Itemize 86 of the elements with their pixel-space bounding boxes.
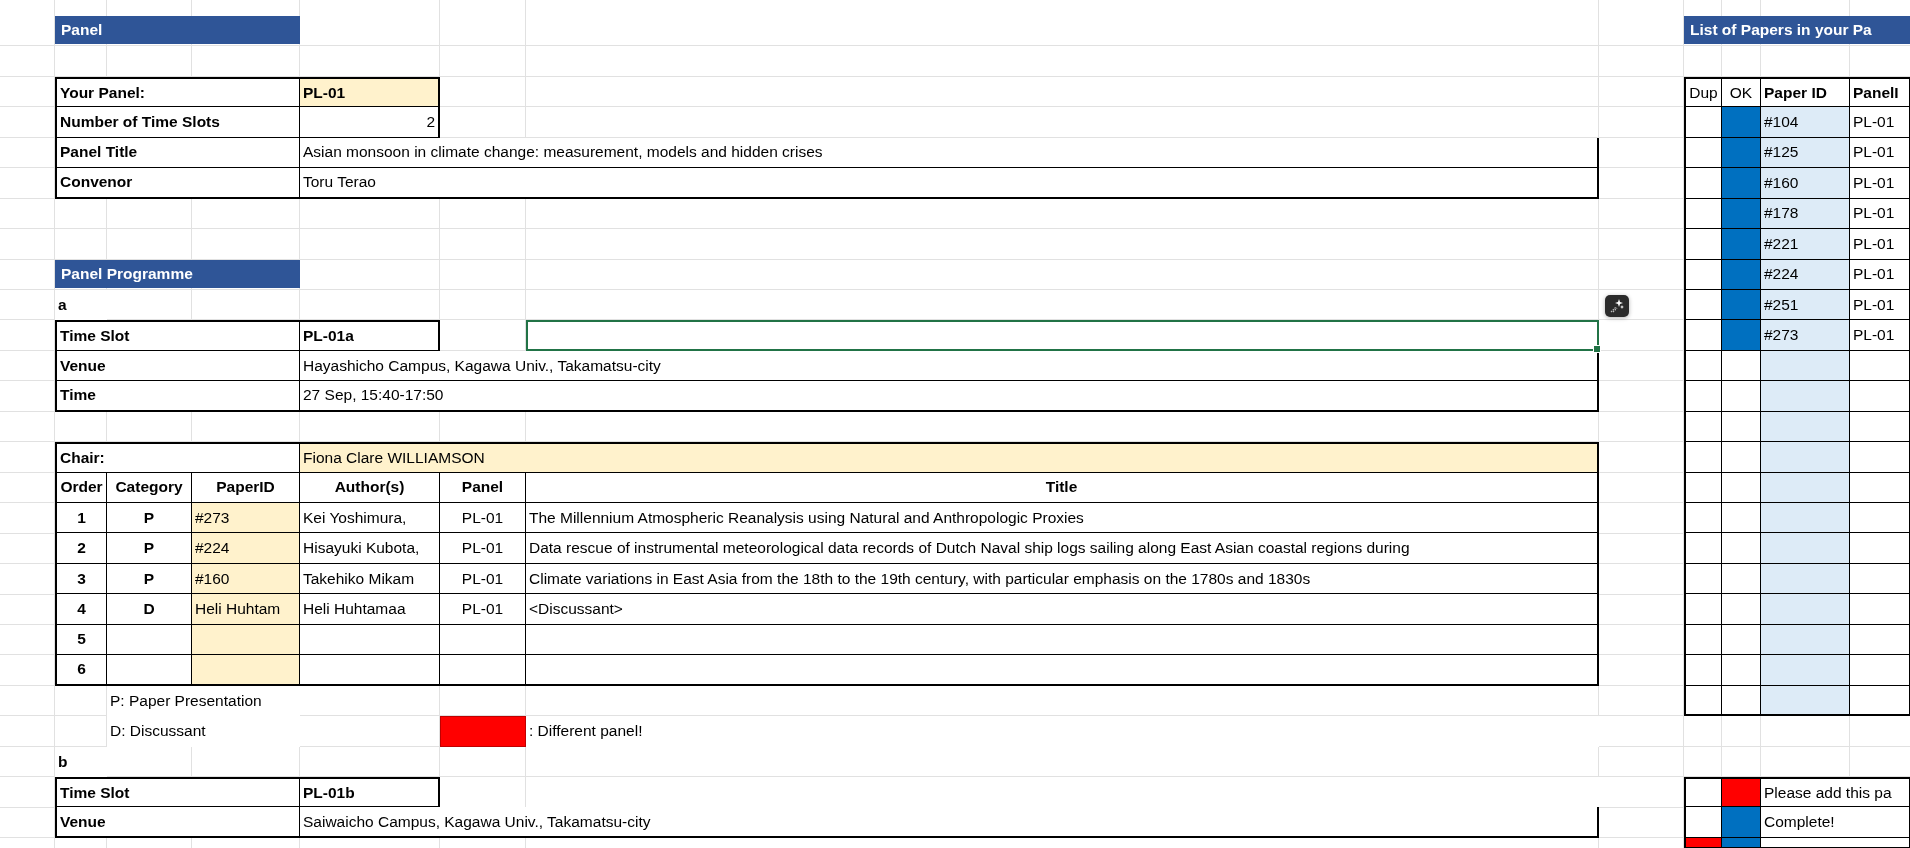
- column-header: Dup: [1684, 76, 1722, 108]
- field-label: Venue: [55, 807, 300, 838]
- table-cell: The Millennium Atmospheric Reanalysis using Natural and Anthropologic Proxies: [526, 503, 1599, 534]
- slot-letter: a: [55, 289, 107, 321]
- column-header: PanelI: [1850, 76, 1910, 108]
- table-cell: Heli Huhtam: [192, 594, 300, 625]
- table-cell: PL-01: [1850, 107, 1910, 138]
- table-cell: #224: [1761, 259, 1850, 290]
- field-label: Venue: [55, 350, 300, 382]
- table-cell: Takehiko Mikam: [300, 563, 440, 595]
- table-cell: P: [107, 503, 192, 534]
- field-value: PL-01a: [300, 320, 440, 351]
- slot-letter: b: [55, 746, 107, 777]
- table-cell: PL-01: [1850, 137, 1910, 169]
- table-cell: PL-01: [1850, 259, 1910, 290]
- table-cell: PL-01: [1850, 229, 1910, 260]
- table-cell: D: [107, 594, 192, 625]
- table-cell: PL-01: [1850, 168, 1910, 199]
- table-cell: 4: [55, 594, 107, 625]
- field-label: Number of Time Slots: [55, 107, 300, 138]
- table-cell: P: [107, 563, 192, 595]
- column-header: Author(s): [300, 472, 440, 503]
- field-value: Saiwaicho Campus, Kagawa Univ., Takamatsu-city: [300, 807, 1599, 838]
- field-value: 27 Sep, 15:40-17:50: [300, 381, 1599, 412]
- column-header: Order: [55, 472, 107, 503]
- column-header: PaperID: [192, 472, 300, 503]
- table-cell: PL-01: [440, 594, 526, 625]
- field-label: Time Slot: [55, 776, 300, 808]
- field-value: PL-01b: [300, 776, 440, 808]
- table-cell: PL-01: [440, 533, 526, 564]
- table-cell: 3: [55, 563, 107, 595]
- table-cell: #125: [1761, 137, 1850, 169]
- sparkle-icon: [1610, 299, 1624, 313]
- status-cell: [1684, 807, 1722, 838]
- table-cell: Data rescue of instrumental meteorological data records of Dutch Naval ship logs sailing along East Asian coastal regions during: [526, 533, 1599, 564]
- table-cell: #160: [192, 563, 300, 595]
- field-label: Your Panel:: [55, 76, 300, 108]
- table-cell: #160: [1761, 168, 1850, 199]
- column-header: Paper ID: [1761, 76, 1850, 108]
- table-cell: Heli Huhtamaa: [300, 594, 440, 625]
- legend-text: Please add this pa: [1761, 776, 1910, 808]
- table-cell: 5: [55, 624, 107, 656]
- sparkle-button[interactable]: [1605, 295, 1629, 317]
- column-header: OK: [1722, 76, 1761, 108]
- table-cell: 2: [55, 533, 107, 564]
- table-cell: #178: [1761, 198, 1850, 230]
- table-cell: P: [107, 533, 192, 564]
- table-cell: PL-01: [440, 503, 526, 534]
- table-cell: PL-01: [1850, 289, 1910, 321]
- table-cell: Kei Yoshimura,: [300, 503, 440, 534]
- field-label: Time Slot: [55, 320, 300, 351]
- legend-text: D: Discussant: [107, 716, 300, 747]
- field-value: Asian monsoon in climate change: measurement, models and hidden crises: [300, 137, 1599, 169]
- table-cell: PL-01: [1850, 198, 1910, 230]
- legend-text: P: Paper Presentation: [107, 685, 300, 717]
- table-cell: <Discussant>: [526, 594, 1599, 625]
- table-cell: #273: [192, 503, 300, 534]
- column-header: Title: [526, 472, 1599, 503]
- legend-text: : Different panel!: [526, 716, 1599, 747]
- table-cell: Climate variations in East Asia from the 18th to the 19th century, with particular emphasis on the 1780s and 1830s: [526, 563, 1599, 595]
- field-label: Time: [55, 381, 300, 412]
- field-label: Panel Title: [55, 137, 300, 169]
- column-header: Category: [107, 472, 192, 503]
- table-cell: 6: [55, 655, 107, 686]
- section-header: Panel Programme: [55, 259, 300, 288]
- legend-text: Complete!: [1761, 807, 1910, 838]
- table-cell: #273: [1761, 320, 1850, 351]
- column-header: Panel: [440, 472, 526, 503]
- field-label: Chair:: [55, 442, 300, 473]
- field-value: Toru Terao: [300, 168, 1599, 199]
- table-cell: Hisayuki Kubota,: [300, 533, 440, 564]
- section-header: Panel: [55, 16, 300, 45]
- field-value: PL-01: [300, 76, 440, 108]
- table-cell: #251: [1761, 289, 1850, 321]
- field-label: Convenor: [55, 168, 300, 199]
- field-value: Hayashicho Campus, Kagawa Univ., Takamatsu-city: [300, 350, 1599, 382]
- table-cell: #221: [1761, 229, 1850, 260]
- table-cell: 1: [55, 503, 107, 534]
- field-value: Fiona Clare WILLIAMSON: [300, 442, 1599, 473]
- status-cell: [1684, 776, 1722, 808]
- table-cell: PL-01: [1850, 320, 1910, 351]
- table-cell: #104: [1761, 107, 1850, 138]
- field-value: 2: [300, 107, 440, 138]
- section-header: List of Papers in your Pa: [1684, 16, 1910, 45]
- table-cell: PL-01: [440, 563, 526, 595]
- table-cell: #224: [192, 533, 300, 564]
